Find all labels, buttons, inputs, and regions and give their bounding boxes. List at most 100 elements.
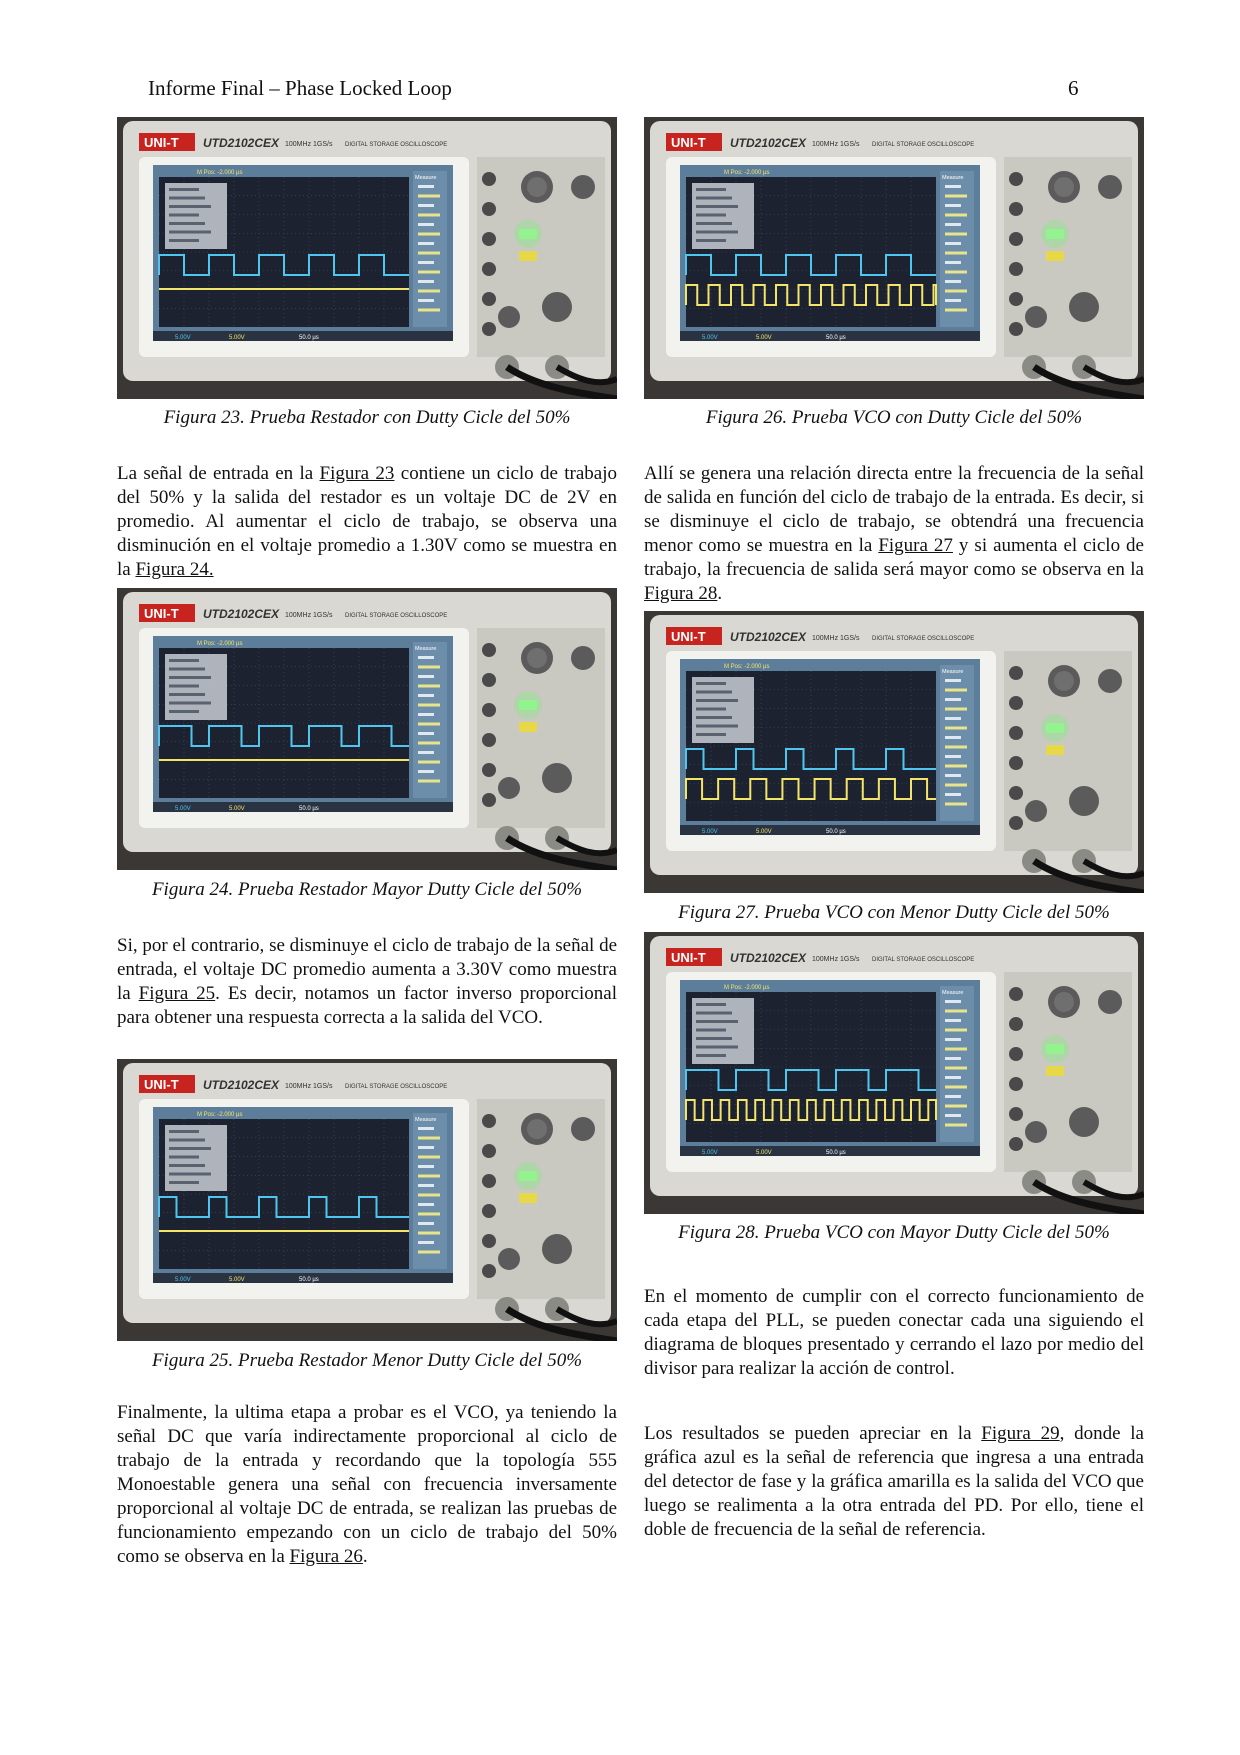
figure-link-26[interactable]: Figura 26 — [290, 1546, 363, 1567]
measure-panel — [940, 665, 974, 821]
measure-readout — [945, 736, 961, 739]
measure-readout — [945, 232, 967, 236]
side-button — [482, 202, 496, 216]
measure-readout — [418, 270, 440, 274]
model-label: UTD2102CEX — [730, 630, 807, 644]
cursor-readout — [169, 1181, 199, 1184]
knob — [1054, 992, 1074, 1012]
side-button — [1009, 1017, 1023, 1031]
cursor-readout — [696, 239, 726, 242]
cursor-readout — [169, 710, 199, 713]
figure-link-29[interactable]: Figura 29 — [981, 1423, 1059, 1444]
measure-readout — [418, 1146, 434, 1149]
measure-readout — [418, 242, 434, 245]
side-button — [482, 733, 496, 747]
ch2-scale: 5.00V — [229, 335, 245, 341]
trigger-info: M Pos: -2.000 µs — [724, 664, 769, 670]
knob — [571, 175, 595, 199]
measure-readout — [945, 745, 967, 749]
knob — [498, 306, 520, 328]
ch2-scale: 5.00V — [756, 829, 772, 835]
figure-link-27[interactable]: Figura 27 — [878, 535, 953, 556]
measure-readout — [945, 1057, 961, 1060]
trigger-info: M Pos: -2.000 µs — [724, 985, 769, 991]
figure-link-28[interactable]: Figura 28 — [644, 583, 717, 604]
side-button — [482, 322, 496, 336]
measure-readout — [418, 1136, 440, 1140]
ch2-button — [519, 251, 537, 261]
side-button — [1009, 726, 1023, 740]
measure-readout — [945, 1038, 961, 1041]
measure-readout — [945, 688, 967, 692]
cursor-readout — [169, 1172, 211, 1176]
knob — [527, 1119, 547, 1139]
model-label: UTD2102CEX — [203, 607, 280, 621]
trigger-info: M Pos: -2.000 µs — [197, 170, 242, 176]
cursor-readout — [696, 1003, 726, 1006]
knob — [527, 648, 547, 668]
figure-link-24[interactable]: Figura 24. — [135, 559, 213, 580]
desc-label: DIGITAL STORAGE OSCILLOSCOPE — [872, 957, 974, 963]
cursor-readout — [169, 1155, 199, 1159]
ch2-button — [1046, 745, 1064, 755]
measure-readout — [945, 1085, 967, 1089]
measure-readout — [945, 299, 961, 302]
measure-panel — [413, 171, 447, 327]
cursor-readout — [696, 196, 732, 200]
figure-link-25[interactable]: Figura 25 — [139, 983, 216, 1004]
measure-title: Measure — [415, 646, 436, 652]
desc-label: DIGITAL STORAGE OSCILLOSCOPE — [872, 636, 974, 642]
cursor-readout — [169, 196, 205, 200]
measure-readout — [418, 289, 440, 293]
measure-readout — [418, 213, 440, 217]
cursor-readout — [169, 1138, 205, 1142]
measure-readout — [945, 213, 967, 217]
knob — [542, 1234, 572, 1264]
side-button — [482, 763, 496, 777]
ch1-scale: 5.00V — [175, 1277, 191, 1283]
page-number: 6 — [1068, 76, 1079, 100]
measure-readout — [945, 793, 961, 796]
cursor-readout — [169, 1147, 211, 1150]
side-button — [1009, 1137, 1023, 1151]
measure-readout — [945, 242, 961, 245]
measure-readout — [945, 194, 967, 198]
knob — [1069, 292, 1099, 322]
ch2-button — [519, 1193, 537, 1203]
figure-23-caption: Figura 23. Prueba Restador con Dutty Cic… — [163, 407, 571, 428]
measure-readout — [418, 675, 434, 678]
side-button — [1009, 202, 1023, 216]
measure-readout — [945, 223, 961, 226]
cursor-readout — [169, 230, 211, 234]
cursor-readout — [696, 682, 726, 685]
side-button — [482, 673, 496, 687]
time-scale: 50.0 µs — [826, 335, 846, 341]
figure-link-23[interactable]: Figura 23 — [320, 463, 395, 484]
cursor-readout — [169, 693, 205, 696]
measure-readout — [945, 1104, 967, 1108]
spec-label: 100MHz 1GS/s — [285, 141, 333, 148]
measure-readout — [418, 1184, 434, 1187]
measure-readout — [418, 694, 434, 697]
measure-readout — [945, 1066, 967, 1070]
knob — [1098, 175, 1122, 199]
measure-readout — [945, 185, 961, 188]
brand-logo: UNI-T — [671, 629, 706, 644]
measure-readout — [418, 1241, 434, 1244]
measure-readout — [945, 783, 967, 787]
cursor-readout — [169, 213, 199, 217]
side-button — [482, 1144, 496, 1158]
measure-readout — [945, 1076, 961, 1079]
brand-logo: UNI-T — [144, 606, 179, 621]
knob — [498, 777, 520, 799]
measure-readout — [418, 299, 434, 302]
side-button — [1009, 666, 1023, 680]
ch1-scale: 5.00V — [702, 335, 718, 341]
desc-label: DIGITAL STORAGE OSCILLOSCOPE — [345, 613, 447, 619]
knob — [1069, 1107, 1099, 1137]
side-button — [482, 793, 496, 807]
measure-title: Measure — [942, 669, 963, 675]
knob — [1025, 306, 1047, 328]
cursor-readout — [696, 1028, 726, 1032]
oscilloscope-photo: UNI-T UTD2102CEX 100MHz 1GS/s DIGITAL STORA… — [644, 932, 1144, 1214]
